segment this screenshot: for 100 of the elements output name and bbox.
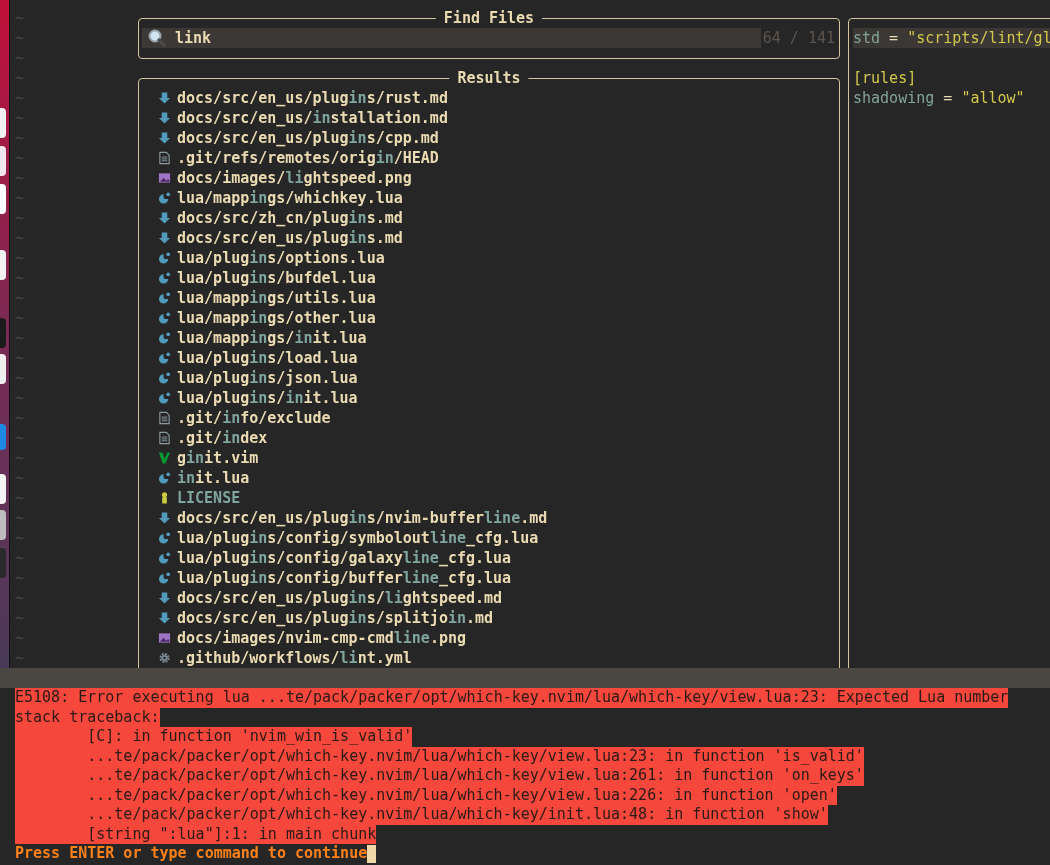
empty-line-marker: ~: [15, 288, 24, 308]
moon-icon: [158, 251, 171, 265]
empty-line-marker: ~: [15, 28, 24, 48]
moon-icon: [158, 351, 171, 365]
error-message: stack traceback:: [15, 707, 160, 727]
empty-line-marker: ~: [15, 108, 24, 128]
down-arrow-icon: [158, 131, 171, 145]
moon-icon: [158, 531, 171, 545]
file-path[interactable]: lua/mappings/utils.lua: [177, 288, 376, 308]
empty-line-marker: ~: [15, 168, 24, 188]
error-message: ...te/pack/packer/opt/which-key.nvim/lua/which-key/init.lua:48: in function 'show': [15, 805, 828, 825]
empty-line-marker: ~: [15, 548, 24, 568]
empty-line-marker: ~: [15, 48, 24, 68]
file-path[interactable]: docs/src/en_us/plugins/cpp.md: [177, 128, 439, 148]
empty-line-marker: ~: [15, 448, 24, 468]
file-path[interactable]: docs/src/zh_cn/plugins.md: [177, 208, 403, 228]
file-path[interactable]: .github/workflows/lint.yml: [177, 648, 412, 668]
search-icon: [148, 29, 166, 47]
empty-line-marker: ~: [15, 608, 24, 628]
file-path[interactable]: lua/plugins/config/galaxyline_cfg.lua: [177, 548, 512, 568]
image-icon: [158, 631, 171, 645]
empty-line-marker: ~: [15, 148, 24, 168]
empty-line-marker: ~: [15, 88, 24, 108]
down-arrow-icon: [158, 511, 171, 525]
down-arrow-icon: [158, 91, 171, 105]
file-path[interactable]: lua/plugins/load.lua: [177, 348, 358, 368]
file-path[interactable]: lua/plugins/bufdel.lua: [177, 268, 376, 288]
file-path[interactable]: init.lua: [177, 468, 250, 488]
file-path[interactable]: lua/plugins/options.lua: [177, 248, 385, 268]
empty-line-marker: ~: [15, 468, 24, 488]
error-message: [C]: in function 'nvim_win_is_valid': [15, 727, 413, 747]
code-line: shadowing = "allow": [853, 88, 1026, 108]
file-path[interactable]: lua/mappings/init.lua: [177, 328, 367, 348]
empty-line-marker: ~: [15, 408, 24, 428]
document-icon: [158, 411, 171, 425]
file-path[interactable]: lua/mappings/whichkey.lua: [177, 188, 403, 208]
file-path[interactable]: lua/plugins/config/symboloutline_cfg.lua: [177, 528, 539, 548]
empty-line-marker: ~: [15, 8, 24, 28]
moon-icon: [158, 551, 171, 565]
file-path[interactable]: .git/index: [177, 428, 268, 448]
empty-line-marker: ~: [15, 348, 24, 368]
text-cursor: [367, 844, 377, 863]
moon-icon: [158, 391, 171, 405]
empty-line-marker: ~: [15, 628, 24, 648]
down-arrow-icon: [158, 231, 171, 245]
down-arrow-icon: [158, 611, 171, 625]
file-path[interactable]: LICENSE: [177, 488, 241, 508]
file-path[interactable]: docs/src/en_us/plugins/splitjoin.md: [177, 608, 494, 628]
file-path[interactable]: docs/images/nvim-cmp-cmdline.png: [177, 628, 466, 648]
empty-line-marker: ~: [15, 188, 24, 208]
empty-line-marker: ~: [15, 368, 24, 388]
continue-prompt: Press ENTER or type command to continue: [15, 844, 368, 864]
empty-line-marker: ~: [15, 528, 24, 548]
file-path[interactable]: docs/src/en_us/installation.md: [177, 108, 448, 128]
moon-icon: [158, 371, 171, 385]
empty-line-marker: ~: [15, 308, 24, 328]
empty-line-marker: ~: [15, 68, 24, 88]
moon-icon: [158, 291, 171, 305]
empty-line-marker: ~: [15, 428, 24, 448]
error-message: ...te/pack/packer/opt/which-key.nvim/lua/which-key/view.lua:23: in function 'is_valid': [15, 746, 864, 766]
v-icon: [158, 451, 171, 465]
file-path[interactable]: lua/mappings/other.lua: [177, 308, 376, 328]
file-path[interactable]: lua/plugins/config/bufferline_cfg.lua: [177, 568, 512, 588]
empty-line-marker: ~: [15, 648, 24, 668]
down-arrow-icon: [158, 111, 171, 125]
document-icon: [158, 431, 171, 445]
file-path[interactable]: docs/src/en_us/plugins/lightspeed.md: [177, 588, 503, 608]
moon-icon: [158, 331, 171, 345]
empty-line-marker: ~: [15, 228, 24, 248]
file-path[interactable]: .git/info/exclude: [177, 408, 331, 428]
down-arrow-icon: [158, 211, 171, 225]
empty-line-marker: ~: [15, 388, 24, 408]
down-arrow-icon: [158, 591, 171, 605]
file-path[interactable]: docs/src/en_us/plugins/rust.md: [177, 88, 448, 108]
moon-icon: [158, 311, 171, 325]
file-path[interactable]: docs/src/en_us/plugins.md: [177, 228, 403, 248]
empty-line-marker: ~: [15, 248, 24, 268]
empty-line-marker: ~: [15, 208, 24, 228]
empty-line-marker: ~: [15, 588, 24, 608]
file-path[interactable]: lua/plugins/json.lua: [177, 368, 358, 388]
file-path[interactable]: docs/src/en_us/plugins/nvim-bufferline.md: [177, 508, 548, 528]
document-icon: [158, 151, 171, 165]
code-line: [rules]: [853, 68, 918, 88]
empty-line-marker: ~: [15, 488, 24, 508]
moon-icon: [158, 571, 171, 585]
empty-line-marker: ~: [15, 268, 24, 288]
empty-line-marker: ~: [15, 328, 24, 348]
file-path[interactable]: ginit.vim: [177, 448, 259, 468]
moon-icon: [158, 191, 171, 205]
image-icon: [158, 171, 171, 185]
empty-line-marker: ~: [15, 128, 24, 148]
error-message: [string ":lua"]:1: in main chunk: [15, 824, 377, 844]
file-path[interactable]: docs/images/lightspeed.png: [177, 168, 412, 188]
file-path[interactable]: .git/refs/remotes/origin/HEAD: [177, 148, 439, 168]
file-path[interactable]: lua/plugins/init.lua: [177, 388, 358, 408]
moon-icon: [158, 471, 171, 485]
moon-icon: [158, 271, 171, 285]
error-message: ...te/pack/packer/opt/which-key.nvim/lua/which-key/view.lua:226: in function 'open': [15, 785, 837, 805]
search-field[interactable]: link: [142, 28, 761, 48]
error-message: E5108: Error executing lua ...te/pack/packer/opt/which-key.nvim/lua/which-key/view.lua:23: Expected Lua number: [15, 688, 1009, 708]
